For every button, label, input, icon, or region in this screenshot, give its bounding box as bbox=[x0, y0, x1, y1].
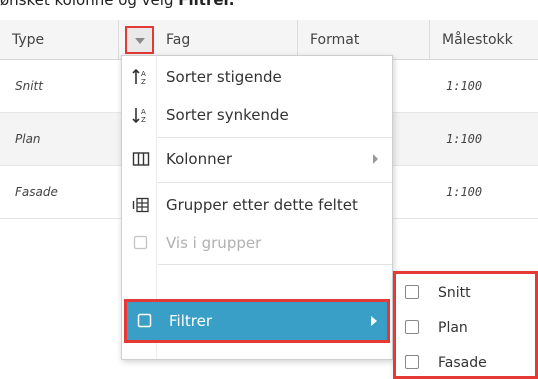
cell-scale: 1:100 bbox=[446, 185, 483, 199]
cell-scale: 1:100 bbox=[446, 132, 483, 146]
grid-header: Type Fag Format Målestokk bbox=[0, 20, 538, 60]
svg-text:A: A bbox=[141, 70, 146, 78]
column-context-menu: A Z Sorter stigende A Z Sorter synkende … bbox=[121, 55, 393, 360]
chevron-right-icon bbox=[371, 316, 377, 326]
filter-option-plan[interactable]: Plan bbox=[396, 311, 535, 345]
column-header-type[interactable]: Type bbox=[0, 20, 119, 60]
menu-separator bbox=[158, 182, 392, 183]
menu-item-label: Grupper etter dette feltet bbox=[166, 196, 358, 214]
menu-item-label: Vis i grupper bbox=[166, 234, 262, 252]
instruction-caption: ønsket kolonne og velg Filtrer. bbox=[0, 0, 538, 11]
menu-separator bbox=[158, 137, 392, 138]
filter-option-snitt[interactable]: Snitt bbox=[396, 276, 535, 310]
menu-item-filter[interactable]: Filtrer bbox=[124, 299, 390, 343]
menu-separator bbox=[158, 264, 392, 265]
column-label: Fag bbox=[166, 32, 191, 48]
columns-icon bbox=[132, 150, 150, 168]
checkbox-icon bbox=[136, 312, 154, 334]
filter-option-label: Snitt bbox=[438, 285, 471, 301]
menu-item-columns[interactable]: Kolonner bbox=[122, 140, 392, 178]
checkbox-icon[interactable] bbox=[405, 355, 419, 369]
menu-item-label: Sorter stigende bbox=[166, 68, 282, 86]
menu-item-sort-ascending[interactable]: A Z Sorter stigende bbox=[122, 58, 392, 96]
group-by-icon bbox=[132, 196, 150, 214]
chevron-right-icon bbox=[373, 154, 378, 164]
cell-scale: 1:100 bbox=[446, 79, 483, 93]
chevron-down-icon bbox=[135, 38, 145, 44]
menu-item-show-in-groups: Vis i grupper bbox=[122, 224, 392, 262]
menu-item-label: Kolonner bbox=[166, 150, 233, 168]
checkbox-icon[interactable] bbox=[405, 320, 419, 334]
menu-item-label: Sorter synkende bbox=[166, 106, 289, 124]
column-header-format[interactable]: Format bbox=[298, 20, 430, 60]
sort-ascending-icon: A Z bbox=[132, 68, 150, 86]
checkbox-icon[interactable] bbox=[405, 285, 419, 299]
filter-option-label: Fasade bbox=[438, 355, 487, 371]
menu-item-label: Filtrer bbox=[169, 312, 212, 330]
cell-type: Fasade bbox=[15, 185, 58, 199]
menu-item-group-by-field[interactable]: Grupper etter dette feltet bbox=[122, 186, 392, 224]
caption-text: ønsket kolonne og velg bbox=[0, 0, 179, 9]
column-header-malestokk[interactable]: Målestokk bbox=[430, 20, 538, 60]
cell-type: Plan bbox=[15, 132, 41, 146]
sort-descending-icon: A Z bbox=[132, 106, 150, 124]
svg-text:Z: Z bbox=[141, 116, 146, 124]
filter-option-fasade[interactable]: Fasade bbox=[396, 346, 535, 379]
column-label: Målestokk bbox=[442, 32, 513, 48]
caption-bold: Filtrer. bbox=[178, 0, 235, 9]
filter-option-label: Plan bbox=[438, 320, 468, 336]
cell-type: Snitt bbox=[15, 79, 43, 93]
column-label: Format bbox=[310, 32, 360, 48]
column-menu-trigger[interactable] bbox=[125, 26, 154, 54]
menu-item-sort-descending[interactable]: A Z Sorter synkende bbox=[122, 96, 392, 134]
column-label: Type bbox=[12, 32, 45, 48]
filter-submenu: Snitt Plan Fasade bbox=[393, 271, 538, 379]
checkbox-icon bbox=[132, 234, 150, 252]
svg-text:A: A bbox=[141, 108, 146, 116]
svg-text:Z: Z bbox=[141, 78, 146, 86]
